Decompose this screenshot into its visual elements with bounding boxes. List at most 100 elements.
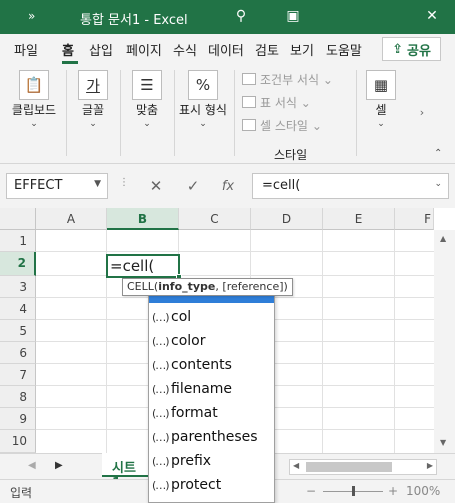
next-sheet-icon[interactable]: ▶: [55, 460, 63, 471]
scroll-up-icon[interactable]: ▲: [440, 234, 446, 243]
tab-formulas[interactable]: 수식: [173, 40, 197, 59]
row-header[interactable]: 7: [0, 364, 36, 386]
collapse-ribbon-icon[interactable]: ⌃: [434, 148, 442, 159]
function-arg-icon: (…): [152, 479, 170, 492]
font-group[interactable]: 가 글꼴 ⌄: [70, 64, 116, 160]
column-header[interactable]: A: [36, 208, 107, 230]
autocomplete-item-label: parentheses: [171, 429, 258, 445]
table-format-icon: [242, 96, 256, 108]
active-cell-text: =cell(: [110, 257, 155, 275]
row-header[interactable]: 2: [0, 252, 36, 276]
autocomplete-item[interactable]: (…) parentheses: [152, 425, 258, 449]
tab-data[interactable]: 데이터: [208, 40, 244, 59]
row-header[interactable]: 5: [0, 320, 36, 342]
row-header[interactable]: 1: [0, 230, 36, 252]
clipboard-group[interactable]: 📋 클립보드 ⌄: [6, 64, 62, 160]
chevron-down-icon[interactable]: ⌄: [434, 179, 442, 189]
row-header[interactable]: 9: [0, 408, 36, 430]
gridline: [322, 230, 323, 453]
tooltip-current-arg: info_type: [158, 280, 216, 293]
tab-review[interactable]: 검토: [255, 40, 279, 59]
autocomplete-item[interactable]: (…) prefix: [152, 449, 211, 473]
align-group[interactable]: ☰ 맞춤 ⌄: [124, 64, 170, 160]
autocomplete-item[interactable]: (…) format: [152, 401, 218, 425]
more-icon: ⋮: [119, 177, 129, 188]
autocomplete-list[interactable]: (…) col (…) color (…) contents (…) filename …: [148, 285, 275, 503]
conditional-format-button[interactable]: 조건부 서식 ⌄: [242, 71, 333, 88]
percent-icon: %: [188, 70, 218, 100]
table-format-button[interactable]: 표 서식 ⌄: [242, 94, 311, 111]
autocomplete-item-label: color: [171, 333, 206, 349]
autocomplete-item[interactable]: (…) contents: [152, 353, 232, 377]
scroll-right-icon[interactable]: ▶: [427, 461, 433, 470]
tab-page-layout[interactable]: 페이지: [126, 40, 162, 59]
cancel-icon[interactable]: ✕: [144, 174, 168, 198]
tab-view[interactable]: 보기: [290, 40, 314, 59]
autocomplete-item[interactable]: (…) filename: [152, 377, 232, 401]
horizontal-scrollbar[interactable]: ◀ ▶: [289, 459, 437, 475]
chevron-down-icon: ⌄: [143, 119, 151, 129]
formula-text: =cell(: [262, 178, 301, 193]
vertical-scrollbar[interactable]: ▲ ▼: [434, 230, 455, 453]
restore-icon[interactable]: ▣: [284, 7, 302, 25]
column-header[interactable]: C: [179, 208, 251, 230]
row-header[interactable]: 4: [0, 298, 36, 320]
autocomplete-item-label: filename: [171, 381, 233, 397]
chevron-down-icon[interactable]: ▼: [94, 179, 101, 189]
close-icon[interactable]: ✕: [423, 7, 441, 25]
function-arg-icon: (…): [152, 407, 170, 420]
autocomplete-item[interactable]: (…) col: [152, 305, 191, 329]
formula-bar: EFFECT ▼ ⋮ ✕ ✓ fx =cell( ⌄: [0, 164, 455, 208]
zoom-level[interactable]: 100%: [406, 484, 440, 498]
column-header[interactable]: F: [395, 208, 434, 230]
autocomplete-item[interactable]: (…) color: [152, 329, 205, 353]
sheet-tab-1[interactable]: 시트1: [102, 453, 152, 491]
cell-styles-button[interactable]: 셀 스타일 ⌄: [242, 117, 322, 134]
function-arg-icon: (…): [152, 455, 170, 468]
insert-function-icon[interactable]: fx: [216, 174, 240, 198]
cell-styles-icon: [242, 119, 256, 131]
align-label: 맞춤: [135, 103, 159, 117]
expand-icon[interactable]: »: [28, 9, 35, 23]
enter-icon[interactable]: ✓: [181, 174, 205, 198]
tab-insert[interactable]: 삽입: [89, 40, 113, 59]
select-all-corner[interactable]: [0, 208, 36, 230]
column-header[interactable]: D: [251, 208, 323, 230]
number-group[interactable]: % 표시 형식 ⌄: [178, 64, 228, 160]
function-arg-icon: (…): [152, 383, 170, 396]
scroll-down-icon[interactable]: ▼: [440, 438, 446, 447]
cell-styles-label: 셀 스타일: [260, 119, 308, 133]
chevron-right-icon[interactable]: ›: [414, 64, 430, 160]
tab-file[interactable]: 파일: [14, 40, 38, 59]
chevron-down-icon: ⌄: [89, 119, 97, 129]
function-arg-icon: (…): [152, 431, 170, 444]
function-signature-tooltip[interactable]: CELL(info_type, [reference]): [122, 278, 293, 296]
conditional-format-icon: [242, 73, 256, 85]
zoom-slider-handle[interactable]: [352, 486, 355, 496]
title-bar: » 통합 문서1 - Excel ⚲ ▣ ✕: [0, 0, 455, 34]
name-box[interactable]: EFFECT ▼: [6, 173, 108, 199]
row-header[interactable]: 10: [0, 430, 36, 453]
autocomplete-item[interactable]: (…) protect: [152, 473, 221, 497]
scroll-left-icon[interactable]: ◀: [293, 461, 299, 470]
row-header[interactable]: 8: [0, 386, 36, 408]
active-cell-b2[interactable]: =cell(: [106, 254, 182, 280]
share-button[interactable]: ⇪ 공유: [382, 37, 441, 61]
status-mode: 입력: [10, 486, 33, 500]
tab-home[interactable]: 홈: [62, 40, 74, 59]
zoom-in-icon[interactable]: +: [388, 484, 398, 498]
column-header[interactable]: E: [323, 208, 395, 230]
function-arg-icon: (…): [152, 335, 170, 348]
column-header[interactable]: B: [107, 208, 179, 230]
chevron-down-icon: ⌄: [300, 96, 311, 110]
cells-group[interactable]: ▦ 셀 ⌄: [360, 64, 402, 160]
zoom-out-icon[interactable]: −: [306, 484, 316, 498]
formula-input[interactable]: =cell( ⌄: [252, 173, 449, 199]
scroll-thumb[interactable]: [306, 462, 392, 472]
search-icon[interactable]: ⚲: [232, 7, 250, 25]
tab-help[interactable]: 도움말: [326, 40, 362, 59]
row-header[interactable]: 3: [0, 276, 36, 298]
prev-sheet-icon[interactable]: ◀: [28, 460, 36, 471]
row-header[interactable]: 6: [0, 342, 36, 364]
chevron-down-icon: ⌄: [199, 119, 207, 129]
